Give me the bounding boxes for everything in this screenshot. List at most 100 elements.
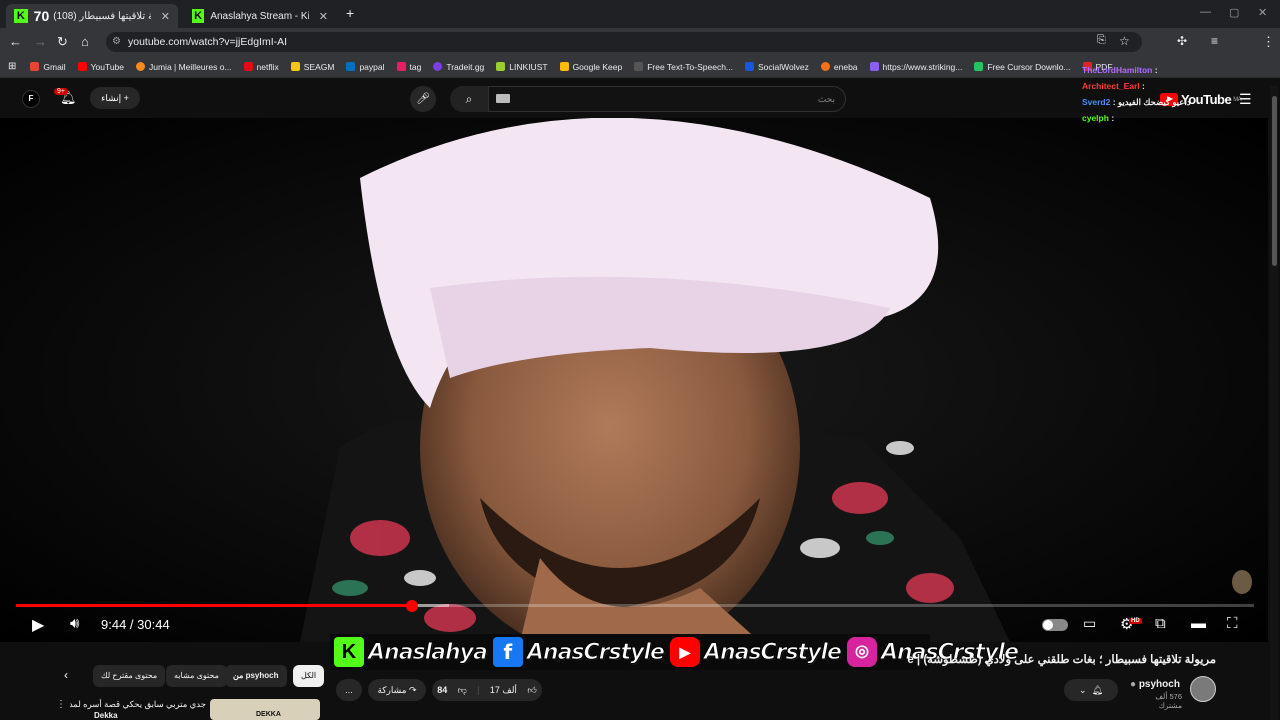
reload-icon[interactable]: ↻: [57, 34, 68, 50]
menu-hamburger-icon[interactable]: ☰: [1239, 91, 1252, 108]
linkiust-icon: [496, 62, 506, 71]
cursor-icon: [974, 62, 984, 71]
rec-thumbnail[interactable]: DEKKA: [210, 699, 320, 720]
account-avatar[interactable]: F: [22, 90, 40, 108]
subscribed-bell-button[interactable]: ⌄ 🔔︎: [1064, 679, 1118, 701]
kick-logo-icon: K: [334, 637, 364, 667]
more-actions-button[interactable]: ...: [336, 679, 362, 701]
video-title: مريولة تلاقيتها فسبيطار ؛ بغات طلقني على…: [907, 654, 1216, 666]
miniplayer-icon[interactable]: ⧉: [1155, 615, 1166, 632]
bookmark-item[interactable]: SocialWolvez: [745, 62, 809, 72]
site-info-icon[interactable]: ⚙: [112, 32, 121, 52]
tab-youtube-video[interactable]: K 70 (108) مريولة تلاقيتها فسبيطار ✕: [6, 4, 178, 28]
home-icon[interactable]: ⌂: [81, 34, 89, 49]
chip-from-channel[interactable]: من psyhoch: [225, 665, 287, 687]
chip-related[interactable]: محتوى مشابه: [166, 665, 227, 687]
notification-count-badge: 9+: [54, 88, 68, 95]
banner-youtube-handle: AnasCrstyle: [703, 639, 842, 665]
like-icon[interactable]: 👍︎: [527, 679, 536, 701]
netflix-icon: [243, 62, 253, 71]
keyboard-icon[interactable]: [496, 94, 510, 103]
gmail-icon: [30, 62, 40, 71]
play-icon[interactable]: ▶: [32, 615, 44, 635]
bookmark-item[interactable]: Tradeit.gg: [433, 62, 484, 72]
chat-message: Sverd2 : داعيو كيضحك الفيديو: [1082, 97, 1191, 107]
maximize-icon[interactable]: ▢: [1229, 6, 1239, 19]
bookmark-item[interactable]: LINKIUST: [496, 62, 548, 72]
bookmark-item[interactable]: eneba: [820, 62, 858, 72]
tts-icon: [634, 62, 644, 71]
tab-kick-dashboard[interactable]: K Anaslahya Stream - Kick Dashb ✕: [184, 4, 336, 28]
tab-close-icon[interactable]: ✕: [161, 10, 170, 23]
extensions-puzzle-icon[interactable]: ✣: [1177, 34, 1187, 48]
voice-search-mic-icon[interactable]: 🎤︎: [410, 86, 436, 112]
scrollbar-thumb[interactable]: [1272, 96, 1277, 266]
seagm-icon: [290, 62, 300, 71]
apps-grid-icon[interactable]: ⊞: [8, 61, 16, 72]
volume-icon[interactable]: 🔊︎: [70, 615, 79, 632]
address-bar[interactable]: ⚙ youtube.com/watch?v=jjEdgImI-AI: [106, 32, 1142, 52]
dislike-icon[interactable]: 👎︎: [458, 679, 467, 701]
reading-list-icon[interactable]: ≡: [1211, 34, 1218, 48]
chip-all[interactable]: الكل: [293, 665, 325, 687]
theater-mode-icon[interactable]: ▬: [1191, 615, 1206, 632]
create-button[interactable]: إنشاء +: [90, 87, 140, 109]
share-button[interactable]: مشاركة ↷: [368, 679, 426, 701]
bookmark-item[interactable]: Gmail: [30, 62, 66, 72]
subtitles-icon[interactable]: ▭: [1083, 615, 1096, 632]
banner-facebook-handle: AnasCrstyle: [526, 639, 665, 665]
facebook-logo-icon: f: [492, 637, 523, 667]
kick-favicon-icon: K: [14, 9, 28, 23]
bookmark-item[interactable]: Free Text-To-Speech...: [634, 62, 733, 72]
tab-close-icon[interactable]: ✕: [319, 10, 328, 23]
chat-message: TheLordHamilton :: [1082, 65, 1158, 75]
chip-recommended[interactable]: محتوى مقترح لك: [93, 665, 166, 687]
youtube-logo-icon: ▶: [669, 637, 700, 667]
like-dislike-group: 84 👎︎ | 17 ألف 👍︎: [432, 679, 542, 701]
time-display: 9:44 / 30:44: [101, 617, 170, 632]
bookmark-item[interactable]: SEAGM: [290, 62, 334, 72]
kick-chat-overlay: TheLordHamilton : Architect_Earl : Sverd…: [1082, 62, 1191, 126]
rec-more-icon[interactable]: ⋮: [56, 699, 66, 710]
video-player[interactable]: [0, 118, 1268, 642]
bookmark-item[interactable]: https://www.striking...: [869, 62, 962, 72]
socialwolvez-icon: [745, 62, 755, 71]
channel-avatar[interactable]: [1190, 676, 1216, 702]
close-window-icon[interactable]: ✕: [1258, 6, 1267, 19]
new-tab-button[interactable]: +: [346, 5, 354, 21]
bookmark-item[interactable]: Google Keep: [559, 62, 622, 72]
social-banner: K Anaslahya f AnasCrstyle ▶ AnasCrstyle …: [330, 634, 1020, 670]
like-count[interactable]: 17 ألف: [490, 679, 517, 701]
search-icon[interactable]: ⌕: [450, 86, 488, 112]
minimize-icon[interactable]: —: [1200, 6, 1211, 18]
dislike-count[interactable]: 84: [437, 679, 447, 701]
bookmark-item[interactable]: tag: [396, 62, 421, 72]
hd-badge: HD: [1129, 618, 1142, 624]
plus-icon: +: [123, 93, 129, 103]
forward-icon[interactable]: →: [34, 34, 47, 49]
browser-tab-bar: K 70 (108) مريولة تلاقيتها فسبيطار ✕ K A…: [0, 0, 1280, 28]
seek-handle[interactable]: [406, 600, 418, 612]
banner-kick-handle: Anaslahya: [368, 639, 489, 665]
browser-toolbar: ← → ↻ ⌂ ⚙ youtube.com/watch?v=jjEdgImI-A…: [0, 28, 1280, 77]
channel-name[interactable]: ● psyhoch: [1130, 679, 1180, 690]
bookmark-item[interactable]: paypal: [346, 62, 385, 72]
search-input[interactable]: بحث: [488, 86, 846, 112]
bookmark-item[interactable]: Free Cursor Downlo...: [974, 62, 1071, 72]
install-app-icon[interactable]: ⎘: [1097, 34, 1106, 47]
tab-title: (108) مريولة تلاقيتها فسبيطار: [53, 10, 151, 22]
tag-icon: [396, 62, 406, 71]
browser-menu-icon[interactable]: ⋮: [1262, 34, 1275, 50]
bookmark-item[interactable]: netflix: [243, 62, 279, 72]
seek-progress: [16, 604, 412, 607]
bookmark-item[interactable]: YouTube: [77, 62, 124, 72]
fullscreen-icon[interactable]: ⛶: [1227, 615, 1238, 632]
back-icon[interactable]: ←: [9, 34, 22, 49]
chips-scroll-left-icon[interactable]: ‹: [64, 668, 68, 682]
chat-message: cyelph :: [1082, 113, 1115, 123]
autoplay-toggle[interactable]: [1042, 619, 1068, 631]
bookmark-item[interactable]: Jumia | Meilleures o...: [136, 62, 232, 72]
rec-video-title[interactable]: جدي متربي سابق يحكي قصة أسره لمدة 17: [70, 699, 206, 710]
bookmark-star-icon[interactable]: ☆: [1119, 34, 1130, 48]
share-icon: ↷: [409, 685, 417, 695]
